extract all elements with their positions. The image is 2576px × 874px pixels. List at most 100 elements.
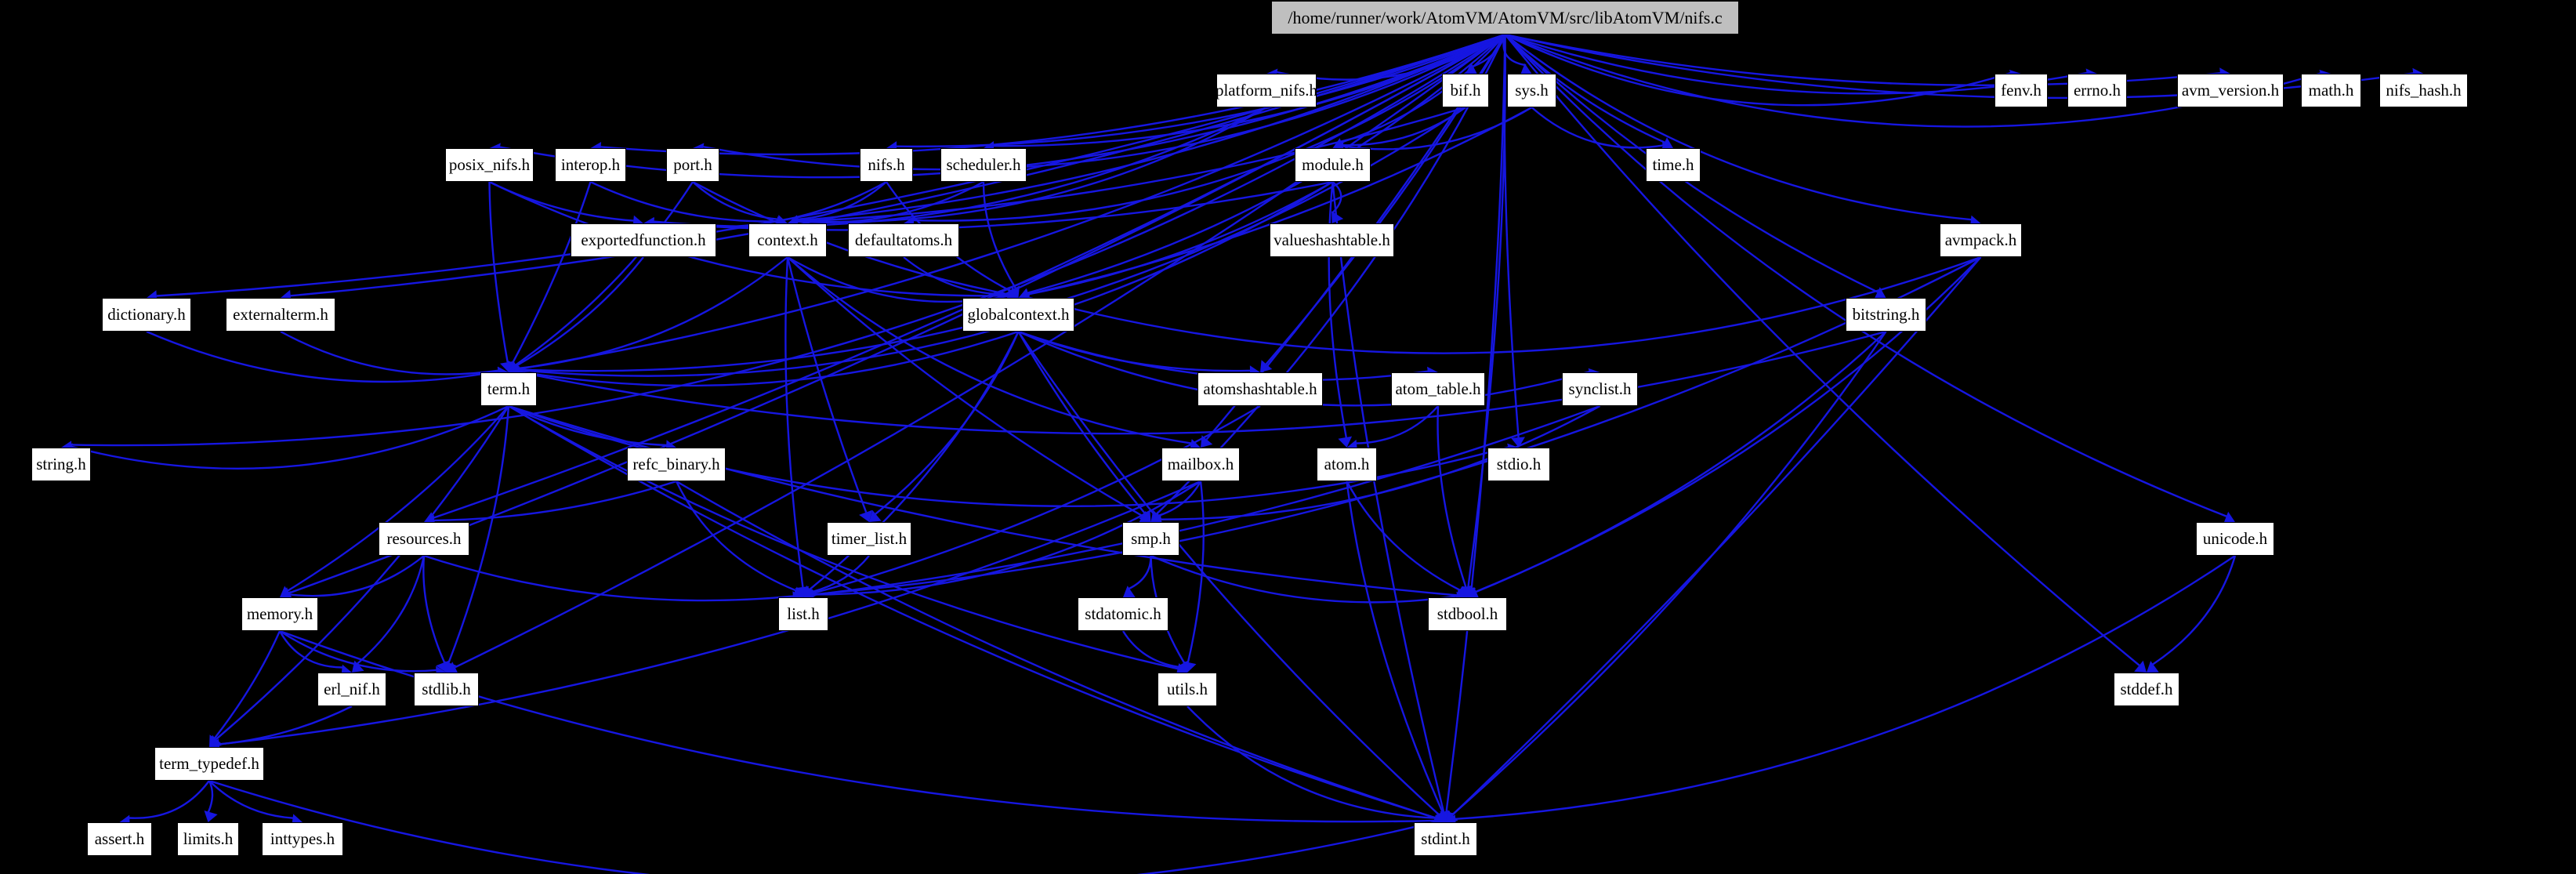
graph-node-atomshashtable-h[interactable]: atomshashtable.h	[1197, 372, 1323, 406]
graph-node-limits-h[interactable]: limits.h	[177, 822, 239, 856]
graph-node-valueshashtable-h[interactable]: valueshashtable.h	[1270, 223, 1394, 257]
graph-node-time-h[interactable]: time.h	[1646, 148, 1701, 182]
graph-node-sys-h[interactable]: sys.h	[1507, 74, 1556, 107]
graph-edge	[455, 34, 1506, 669]
graph-edge	[433, 33, 1506, 519]
graph-node-stdbool-h[interactable]: stdbool.h	[1428, 597, 1507, 631]
graph-edge-arrowhead	[1138, 510, 1151, 524]
graph-node-exportedfunction-h[interactable]: exportedfunction.h	[571, 223, 716, 257]
graph-edge	[1504, 34, 2140, 666]
graph-node-memory-h[interactable]: memory.h	[241, 597, 318, 631]
graph-node-avmpack-h[interactable]: avmpack.h	[1940, 223, 2022, 257]
graph-node-math-h[interactable]: math.h	[2301, 74, 2361, 107]
graph-edge	[71, 404, 509, 470]
graph-node-label: avmpack.h	[1944, 230, 2017, 249]
graph-edge	[1187, 705, 1437, 819]
graph-node-stdlib-h[interactable]: stdlib.h	[414, 673, 479, 706]
graph-node-unicode-h[interactable]: unicode.h	[2196, 522, 2274, 556]
graph-edge-arrowhead	[1445, 810, 1458, 822]
graph-node-label: refc_binary.h	[632, 455, 720, 473]
graph-node-label: platform_nifs.h	[1215, 81, 1318, 100]
graph-edge	[516, 256, 644, 367]
graph-node-stdatomic-h[interactable]: stdatomic.h	[1078, 597, 1168, 631]
graph-node-term-typedef-h[interactable]: term_typedef.h	[154, 747, 264, 781]
graph-node-list-h[interactable]: list.h	[778, 597, 828, 631]
graph-node-context-h[interactable]: context.h	[748, 223, 827, 257]
graph-node-bif-h[interactable]: bif.h	[1442, 74, 1489, 107]
graph-node-interop-h[interactable]: interop.h	[555, 148, 626, 182]
graph-node-nifs-c[interactable]: /home/runner/work/AtomVM/AtomVM/src/libA…	[1271, 1, 1739, 34]
graph-edge-arrowhead	[803, 585, 816, 597]
graph-node-term-h[interactable]: term.h	[480, 372, 537, 406]
graph-node-bitstring-h[interactable]: bitstring.h	[1846, 298, 1926, 332]
graph-edge-arrowhead	[1123, 586, 1136, 598]
graph-node-fenv-h[interactable]: fenv.h	[1994, 74, 2048, 107]
graph-edge	[1342, 106, 1533, 151]
graph-edge	[1346, 481, 1461, 592]
graph-node-atom-table-h[interactable]: atom_table.h	[1391, 372, 1485, 406]
graph-edge	[811, 555, 870, 593]
graph-edge-arrowhead	[1182, 661, 1197, 673]
graph-edge-arrowhead	[1338, 436, 1353, 448]
graph-node-label: memory.h	[246, 604, 313, 623]
graph-edge	[488, 180, 634, 222]
graph-node-errno-h[interactable]: errno.h	[2067, 74, 2127, 107]
graph-node-platform-nifs-h[interactable]: platform_nifs.h	[1216, 74, 1317, 107]
graph-edge-arrowhead	[436, 660, 449, 673]
graph-edge	[812, 404, 1261, 595]
graph-edge-arrowhead	[1150, 510, 1164, 522]
graph-edge-arrowhead	[2134, 660, 2147, 673]
graph-edge	[518, 330, 1019, 387]
graph-node-resources-h[interactable]: resources.h	[379, 522, 469, 556]
graph-edge	[1331, 181, 1342, 214]
graph-edge-arrowhead	[795, 586, 810, 597]
graph-node-timer-list-h[interactable]: timer_list.h	[827, 522, 911, 556]
graph-node-mailbox-h[interactable]: mailbox.h	[1161, 448, 1240, 481]
graph-edge-arrowhead	[507, 360, 520, 372]
graph-node-label: /home/runner/work/AtomVM/AtomVM/src/libA…	[1288, 7, 1723, 27]
graph-edge-arrowhead	[1007, 285, 1020, 298]
graph-edge-arrowhead	[2147, 661, 2159, 673]
graph-node-smp-h[interactable]: smp.h	[1122, 522, 1179, 556]
graph-node-nifs-h[interactable]: nifs.h	[860, 148, 913, 182]
graph-edge	[279, 629, 437, 673]
graph-edge	[146, 330, 499, 383]
graph-node-label: term.h	[487, 379, 531, 398]
graph-node-defaultatoms-h[interactable]: defaultatoms.h	[848, 223, 959, 257]
graph-node-assert-h[interactable]: assert.h	[87, 822, 152, 856]
graph-node-module-h[interactable]: module.h	[1295, 148, 1371, 182]
graph-edge-arrowhead	[280, 586, 292, 598]
graph-edge-arrowhead	[204, 811, 218, 822]
graph-edge	[786, 256, 868, 513]
graph-node-port-h[interactable]: port.h	[666, 148, 719, 182]
graph-node-dictionary-h[interactable]: dictionary.h	[102, 298, 191, 332]
graph-node-avm-version-h[interactable]: avm_version.h	[2177, 74, 2284, 107]
graph-node-label: errno.h	[2073, 81, 2121, 100]
graph-node-posix-nifs-h[interactable]: posix_nifs.h	[445, 148, 534, 182]
graph-node-nifs-hash-h[interactable]: nifs_hash.h	[2379, 74, 2468, 107]
graph-node-inttypes-h[interactable]: inttypes.h	[262, 822, 343, 856]
graph-edge	[787, 256, 1192, 444]
graph-edge	[1467, 34, 1506, 588]
graph-node-erl-nif-h[interactable]: erl_nif.h	[317, 673, 386, 706]
graph-node-label: assert.h	[94, 829, 145, 848]
graph-node-string-h[interactable]: string.h	[31, 448, 91, 481]
graph-node-stdio-h[interactable]: stdio.h	[1487, 448, 1550, 481]
graph-node-externalterm-h[interactable]: externalterm.h	[226, 298, 335, 332]
graph-edge	[1331, 181, 1445, 813]
graph-node-atom-h[interactable]: atom.h	[1317, 448, 1377, 481]
graph-node-utils-h[interactable]: utils.h	[1158, 673, 1217, 706]
graph-node-globalcontext-h[interactable]: globalcontext.h	[962, 298, 1074, 332]
graph-node-synclist-h[interactable]: synclist.h	[1562, 372, 1638, 406]
graph-node-label: module.h	[1302, 155, 1364, 174]
graph-node-refc-binary-h[interactable]: refc_binary.h	[627, 448, 726, 481]
graph-edge	[1158, 481, 1202, 517]
graph-edge-arrowhead	[1440, 811, 1454, 822]
graph-node-scheduler-h[interactable]: scheduler.h	[940, 148, 1027, 182]
graph-edge	[784, 256, 804, 588]
graph-node-stdint-h[interactable]: stdint.h	[1414, 822, 1477, 856]
graph-node-label: stdlib.h	[422, 680, 471, 698]
graph-node-label: globalcontext.h	[967, 305, 1070, 324]
graph-node-label: fenv.h	[2001, 81, 2042, 100]
graph-node-stddef-h[interactable]: stddef.h	[2114, 673, 2179, 706]
